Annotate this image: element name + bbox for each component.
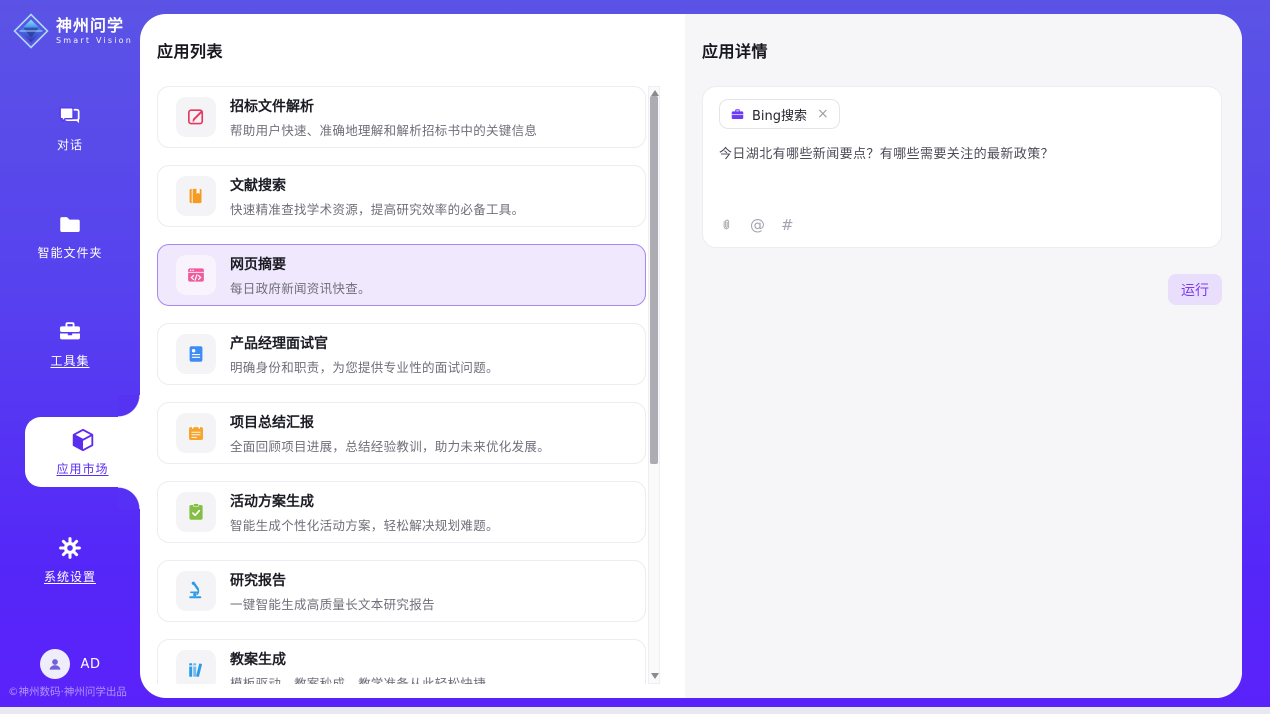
browser-code-icon: [185, 264, 207, 286]
app-icon-tile: [176, 650, 216, 684]
app-card-description: 全面回顾项目进展，总结经验教训，助力未来优化发展。: [230, 436, 550, 455]
app-card-literature-search[interactable]: 文献搜索 快速精准查找学术资源，提高研究效率的必备工具。: [157, 165, 646, 227]
run-button[interactable]: 运行: [1168, 274, 1222, 305]
app-list-panel: 应用列表 招标文件解析 帮助用户快速、准确地理解和解析招标书中的关键信息 文献搜…: [140, 14, 685, 698]
user-initials: AD: [81, 657, 101, 672]
app-card-title: 教案生成: [230, 649, 486, 669]
app-card-text: 活动方案生成 智能生成个性化活动方案，轻松解决规划难题。: [230, 491, 499, 534]
app-card-description: 模板驱动，教案秒成，教学准备从此轻松快捷: [230, 673, 486, 685]
cube-icon: [70, 427, 96, 453]
sidebar-item-label: 对话: [57, 136, 83, 153]
query-toolbar: @ #: [719, 218, 1205, 233]
sidebar-item-label: 系统设置: [44, 568, 96, 585]
app-card-text: 网页摘要 每日政府新闻资讯快查。: [230, 254, 371, 297]
app-icon-tile: [176, 492, 216, 532]
sidebar: 神州问学 Smart Vision 对话 智能文件夹 工具集 应用市场 系统设置…: [0, 0, 140, 707]
app-card-text: 研究报告 一键智能生成高质量长文本研究报告: [230, 570, 435, 613]
app-icon-tile: [176, 334, 216, 374]
tab-curve-bottom: [118, 487, 140, 509]
microscope-icon: [185, 580, 207, 602]
books-icon: [185, 659, 207, 681]
window-bottom-strip: [0, 707, 1270, 714]
close-icon[interactable]: ×: [817, 107, 829, 121]
toolbox-icon: [57, 319, 83, 345]
edit-document-icon: [185, 106, 207, 128]
app-detail-title: 应用详情: [702, 38, 1222, 62]
tab-curve-top: [118, 395, 140, 417]
app-card-title: 文献搜索: [230, 175, 524, 195]
chat-icon: [57, 103, 83, 129]
sidebar-item-toolbox[interactable]: 工具集: [0, 312, 140, 376]
app-card-webpage-summary[interactable]: 网页摘要 每日政府新闻资讯快查。: [157, 244, 646, 306]
app-card-lesson-plan-generator[interactable]: 教案生成 模板驱动，教案秒成，教学准备从此轻松快捷: [157, 639, 646, 684]
sidebar-item-app-market[interactable]: 应用市场: [25, 417, 140, 487]
app-detail-panel: 应用详情 Bing搜索 × 今日湖北有哪些新闻要点？有哪些需要关注的最新政策？ …: [685, 14, 1242, 698]
sidebar-item-settings[interactable]: 系统设置: [0, 528, 140, 592]
scrollbar-thumb[interactable]: [650, 96, 658, 464]
notepad-icon: [185, 422, 207, 444]
app-card-description: 智能生成个性化活动方案，轻松解决规划难题。: [230, 515, 499, 534]
main-content: 应用列表 招标文件解析 帮助用户快速、准确地理解和解析招标书中的关键信息 文献搜…: [140, 14, 1242, 698]
at-icon[interactable]: @: [750, 218, 765, 233]
query-input[interactable]: 今日湖北有哪些新闻要点？有哪些需要关注的最新政策？: [719, 143, 1205, 218]
app-card-text: 教案生成 模板驱动，教案秒成，教学准备从此轻松快捷: [230, 649, 486, 685]
brand-diamond-icon: [13, 13, 49, 49]
app-card-text: 招标文件解析 帮助用户快速、准确地理解和解析招标书中的关键信息: [230, 96, 537, 139]
app-card-text: 项目总结汇报 全面回顾项目进展，总结经验教训，助力未来优化发展。: [230, 412, 550, 455]
tool-tag-bing-search[interactable]: Bing搜索 ×: [719, 99, 840, 129]
app-card-description: 一键智能生成高质量长文本研究报告: [230, 594, 435, 613]
app-card-description: 明确身份和职责，为您提供专业性的面试问题。: [230, 357, 499, 376]
app-card-title: 产品经理面试官: [230, 333, 499, 353]
app-card-research-report[interactable]: 研究报告 一键智能生成高质量长文本研究报告: [157, 560, 646, 622]
sidebar-item-chat[interactable]: 对话: [0, 96, 140, 160]
app-icon-tile: [176, 571, 216, 611]
user-profile[interactable]: AD: [0, 649, 140, 679]
app-card-title: 网页摘要: [230, 254, 371, 274]
app-card-project-summary-report[interactable]: 项目总结汇报 全面回顾项目进展，总结经验教训，助力未来优化发展。: [157, 402, 646, 464]
app-list-title: 应用列表: [157, 38, 685, 62]
scrollbar[interactable]: [648, 86, 660, 684]
sidebar-item-smart-folder[interactable]: 智能文件夹: [0, 204, 140, 268]
app-card-bid-document-analysis[interactable]: 招标文件解析 帮助用户快速、准确地理解和解析招标书中的关键信息: [157, 86, 646, 148]
app-card-event-plan-generator[interactable]: 活动方案生成 智能生成个性化活动方案，轻松解决规划难题。: [157, 481, 646, 543]
hash-icon[interactable]: #: [781, 218, 794, 233]
sidebar-item-label: 应用市场: [56, 460, 108, 477]
query-card: Bing搜索 × 今日湖北有哪些新闻要点？有哪些需要关注的最新政策？ @ #: [702, 86, 1222, 248]
app-icon-tile: [176, 97, 216, 137]
sidebar-item-label: 工具集: [50, 352, 89, 369]
avatar: [40, 649, 70, 679]
gear-icon: [57, 535, 83, 561]
book-icon: [185, 185, 207, 207]
briefcase-icon: [730, 107, 745, 122]
copyright: ©神州数码·神州问学出品: [8, 684, 127, 699]
app-card-title: 项目总结汇报: [230, 412, 550, 432]
brand-subtitle: Smart Vision: [56, 36, 133, 45]
app-icon-tile: [176, 413, 216, 453]
app-card-text: 产品经理面试官 明确身份和职责，为您提供专业性的面试问题。: [230, 333, 499, 376]
sidebar-item-label: 智能文件夹: [37, 244, 102, 261]
sidebar-nav: 对话 智能文件夹 工具集 应用市场 系统设置: [0, 96, 140, 636]
app-card-pm-interviewer[interactable]: 产品经理面试官 明确身份和职责，为您提供专业性的面试问题。: [157, 323, 646, 385]
app-icon-tile: [176, 255, 216, 295]
brand-text: 神州问学 Smart Vision: [56, 17, 133, 46]
app-card-text: 文献搜索 快速精准查找学术资源，提高研究效率的必备工具。: [230, 175, 524, 218]
paperclip-icon[interactable]: [719, 218, 734, 233]
scroll-down-icon[interactable]: [651, 673, 659, 679]
user-icon: [46, 655, 64, 673]
app-card-list: 招标文件解析 帮助用户快速、准确地理解和解析招标书中的关键信息 文献搜索 快速精…: [157, 86, 646, 684]
folder-icon: [57, 211, 83, 237]
brand-name: 神州问学: [56, 17, 133, 35]
app-card-description: 每日政府新闻资讯快查。: [230, 278, 371, 297]
tool-tag-label: Bing搜索: [752, 105, 807, 124]
app-card-title: 研究报告: [230, 570, 435, 590]
brand-logo: 神州问学 Smart Vision: [13, 13, 133, 49]
clipboard-check-icon: [185, 501, 207, 523]
resume-icon: [185, 343, 207, 365]
app-card-description: 快速精准查找学术资源，提高研究效率的必备工具。: [230, 199, 524, 218]
app-card-description: 帮助用户快速、准确地理解和解析招标书中的关键信息: [230, 120, 537, 139]
app-card-title: 招标文件解析: [230, 96, 537, 116]
app-list-viewport: 招标文件解析 帮助用户快速、准确地理解和解析招标书中的关键信息 文献搜索 快速精…: [157, 86, 660, 684]
app-icon-tile: [176, 176, 216, 216]
app-card-title: 活动方案生成: [230, 491, 499, 511]
